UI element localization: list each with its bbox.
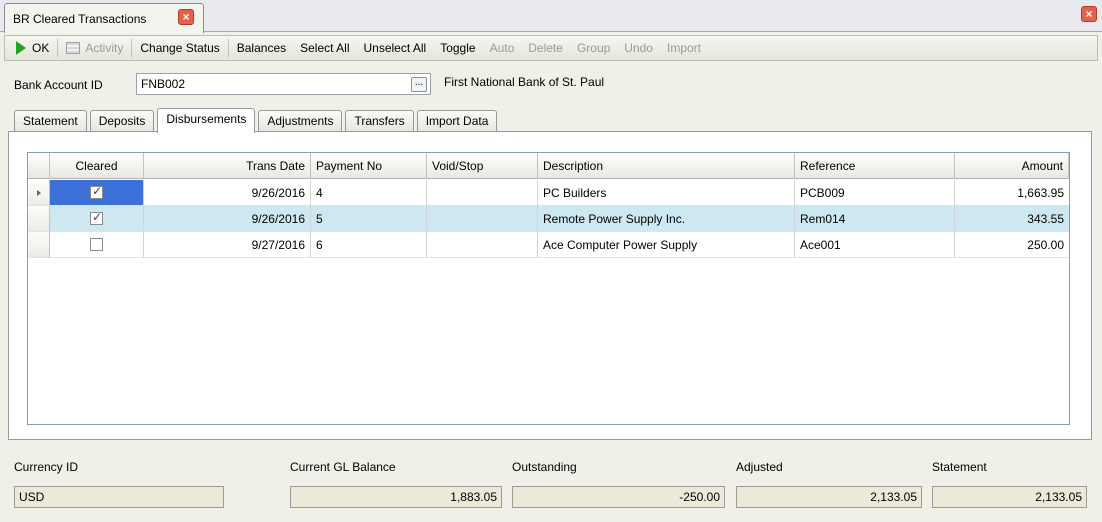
current-gl-balance-label: Current GL Balance	[290, 460, 396, 474]
current-gl-balance-field: 1,883.05	[290, 486, 502, 508]
description-cell: Remote Power Supply Inc.	[538, 206, 795, 232]
void-stop-cell	[427, 206, 538, 232]
trans-date-cell: 9/27/2016	[144, 232, 311, 258]
ok-button[interactable]: OK	[9, 37, 56, 59]
description-cell: Ace Computer Power Supply	[538, 232, 795, 258]
row-indicator-header	[28, 153, 50, 179]
undo-button[interactable]: Undo	[617, 37, 660, 59]
amount-cell: 1,663.95	[955, 180, 1069, 206]
column-header-trans-date[interactable]: Trans Date	[144, 153, 311, 179]
toggle-button[interactable]: Toggle	[433, 37, 482, 59]
column-header-cleared[interactable]: Cleared	[50, 153, 144, 179]
table-row[interactable]: 9/26/2016 4 PC Builders PCB009 1,663.95	[28, 180, 1069, 206]
balances-button[interactable]: Balances	[230, 37, 293, 59]
currency-id-field: USD	[14, 486, 224, 508]
amount-cell: 250.00	[955, 232, 1069, 258]
change-status-button[interactable]: Change Status	[133, 37, 226, 59]
close-window-icon[interactable]: ×	[1081, 6, 1097, 22]
row-indicator[interactable]	[28, 180, 50, 206]
bank-name: First National Bank of St. Paul	[444, 75, 605, 89]
activity-button[interactable]: Activity	[59, 37, 130, 59]
row-indicator[interactable]	[28, 232, 50, 258]
cleared-checkbox[interactable]	[90, 210, 103, 225]
tab-import-data[interactable]: Import Data	[416, 110, 498, 132]
adjusted-label: Adjusted	[736, 460, 783, 474]
toolbar-separator	[227, 39, 229, 57]
transactions-grid: Cleared Trans Date Payment No Void/Stop …	[27, 152, 1070, 425]
window-tabstrip: BR Cleared Transactions × ×	[0, 0, 1102, 33]
toolbar-separator	[57, 39, 59, 57]
cleared-checkbox[interactable]	[90, 238, 103, 251]
select-all-button[interactable]: Select All	[293, 37, 356, 59]
current-row-icon	[36, 189, 41, 196]
row-indicator[interactable]	[28, 206, 50, 232]
cleared-cell[interactable]	[50, 232, 144, 258]
outstanding-field: -250.00	[512, 486, 725, 508]
void-stop-cell	[427, 180, 538, 206]
bank-account-label: Bank Account ID	[14, 78, 103, 92]
reference-cell: Rem014	[795, 206, 955, 232]
ok-button-label: OK	[32, 41, 50, 55]
auto-button[interactable]: Auto	[483, 37, 522, 59]
column-header-void-stop[interactable]: Void/Stop	[427, 153, 538, 179]
column-header-reference[interactable]: Reference	[795, 153, 955, 179]
payment-no-cell: 6	[311, 232, 427, 258]
group-button[interactable]: Group	[570, 37, 617, 59]
activity-icon	[66, 42, 81, 54]
statement-field: 2,133.05	[932, 486, 1087, 508]
lookup-button[interactable]: ...	[411, 77, 427, 92]
delete-button[interactable]: Delete	[521, 37, 570, 59]
document-tab-title: BR Cleared Transactions	[13, 11, 147, 26]
currency-id-label: Currency ID	[14, 460, 79, 474]
reference-cell: PCB009	[795, 180, 955, 206]
reference-cell: Ace001	[795, 232, 955, 258]
cleared-cell[interactable]	[50, 206, 144, 232]
trans-date-cell: 9/26/2016	[144, 180, 311, 206]
outstanding-label: Outstanding	[512, 460, 577, 474]
cleared-cell[interactable]	[50, 180, 144, 206]
tab-transfers[interactable]: Transfers	[345, 110, 414, 132]
toolbar: OK Activity Change Status Balances Selec…	[4, 35, 1098, 61]
column-header-description[interactable]: Description	[538, 153, 795, 179]
tab-bar: Statement Deposits Disbursements Adjustm…	[14, 108, 500, 133]
payment-no-cell: 5	[311, 206, 427, 232]
description-cell: PC Builders	[538, 180, 795, 206]
grid-header: Cleared Trans Date Payment No Void/Stop …	[28, 153, 1069, 179]
tab-deposits[interactable]: Deposits	[89, 110, 155, 132]
statement-label: Statement	[932, 460, 987, 474]
cleared-checkbox[interactable]	[90, 184, 103, 199]
tab-adjustments[interactable]: Adjustments	[258, 110, 343, 132]
bank-account-input[interactable]: FNB002	[136, 73, 431, 95]
close-tab-icon[interactable]: ×	[178, 9, 194, 25]
activity-button-label: Activity	[85, 41, 124, 55]
payment-no-cell: 4	[311, 180, 427, 206]
tab-statement[interactable]: Statement	[14, 110, 87, 132]
amount-cell: 343.55	[955, 206, 1069, 232]
trans-date-cell: 9/26/2016	[144, 206, 311, 232]
toolbar-separator	[131, 39, 133, 57]
document-tab[interactable]: BR Cleared Transactions ×	[4, 3, 204, 33]
column-header-payment-no[interactable]: Payment No	[311, 153, 427, 179]
table-row[interactable]: 9/27/2016 6 Ace Computer Power Supply Ac…	[28, 232, 1069, 258]
unselect-all-button[interactable]: Unselect All	[356, 37, 433, 59]
tab-disbursements[interactable]: Disbursements	[157, 108, 256, 133]
import-button[interactable]: Import	[660, 37, 708, 59]
play-icon	[16, 41, 26, 55]
column-header-amount[interactable]: Amount	[955, 153, 1069, 179]
adjusted-field: 2,133.05	[736, 486, 922, 508]
void-stop-cell	[427, 232, 538, 258]
table-row[interactable]: 9/26/2016 5 Remote Power Supply Inc. Rem…	[28, 206, 1069, 232]
